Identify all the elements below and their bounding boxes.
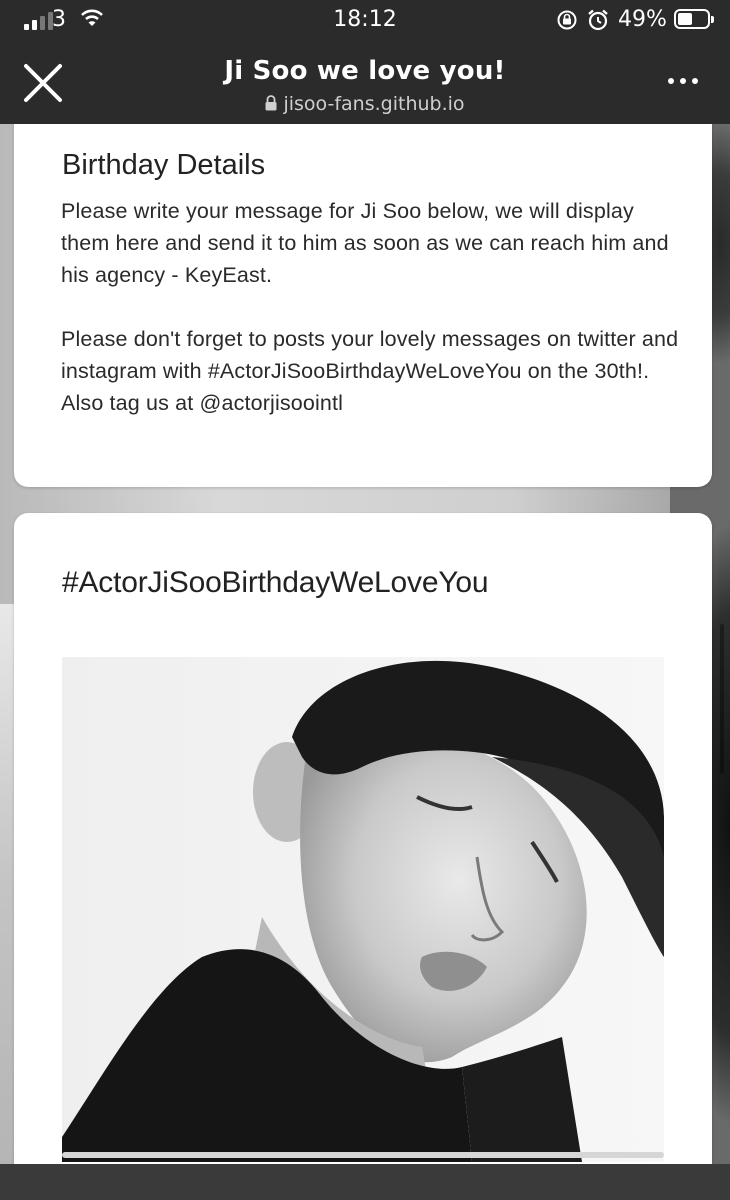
- paragraph-message-info: Please write your message for Ji Soo bel…: [61, 199, 669, 287]
- url-text: jisoo-fans.github.io: [283, 93, 465, 115]
- birthday-details-card: Birthday Details Please write your messa…: [14, 124, 712, 487]
- url-display[interactable]: jisoo-fans.github.io: [0, 93, 730, 116]
- paragraph-social-info: Please don't forget to posts your lovely…: [61, 327, 679, 415]
- hashtag-card: #ActorJiSooBirthdayWeLoveYou: [14, 513, 712, 1164]
- horizontal-scrollbar[interactable]: [62, 1152, 664, 1158]
- browser-header: Ji Soo we love you! jisoo-fans.github.io: [0, 40, 730, 124]
- more-icon: [668, 78, 674, 84]
- page-content: Birthday Details Please write your messa…: [0, 124, 730, 1164]
- page-title: Ji Soo we love you!: [224, 56, 506, 86]
- card-body: Please write your message for Ji Soo bel…: [61, 195, 681, 451]
- battery-percent: 49%: [618, 7, 667, 32]
- hashtag-title: #ActorJiSooBirthdayWeLoveYou: [62, 566, 489, 599]
- status-bar: 3 18:12 49%: [0, 0, 730, 40]
- card-heading: Birthday Details: [62, 149, 266, 181]
- rotation-lock-icon: [556, 9, 578, 35]
- bottom-bar: [0, 1164, 730, 1200]
- battery-icon: [674, 9, 714, 29]
- portrait-photo: [62, 657, 664, 1162]
- more-options-button[interactable]: [668, 78, 698, 84]
- padlock-icon: [265, 94, 277, 116]
- alarm-icon: [586, 8, 610, 36]
- scrollbar[interactable]: [720, 624, 724, 774]
